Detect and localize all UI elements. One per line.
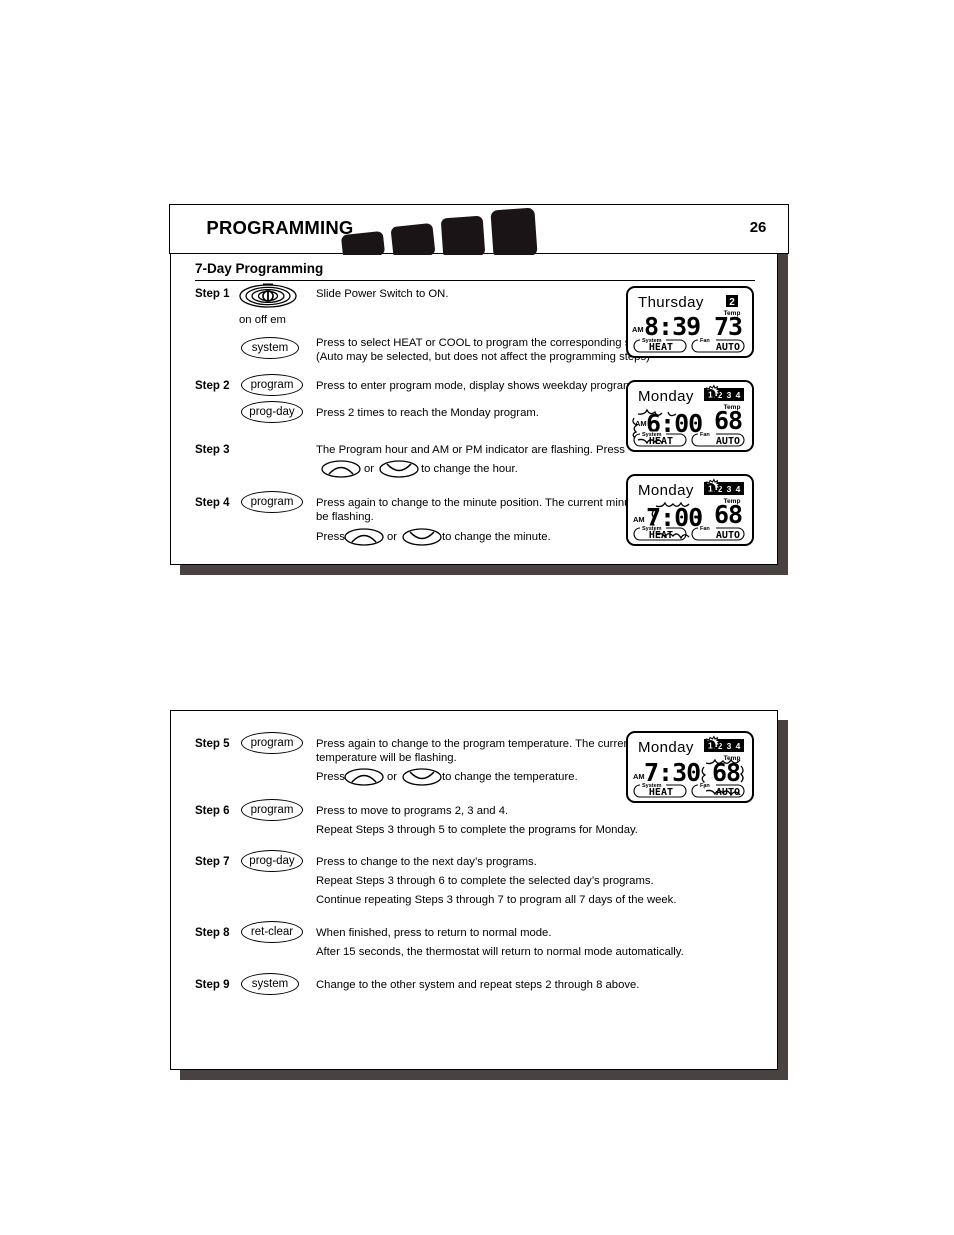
svg-text:1: 1 [708,740,713,750]
page-title: PROGRAMMING [206,217,354,239]
ret-clear-button-step8[interactable]: ret-clear [241,921,303,943]
lcd-display-thursday: Thursday 2 Temp AM 8:39 73 System HEAT F… [626,286,754,358]
svg-text:68: 68 [714,406,742,435]
step-3-text-2: or [364,463,375,475]
step-7-label: Step 7 [195,856,230,868]
step-4-text-3: or [387,531,398,543]
svg-text:HEAT: HEAT [649,342,673,353]
program-button-step5[interactable]: program [241,732,303,754]
step-3-text-3: to change the hour. [421,463,518,475]
svg-text:AM: AM [633,772,645,781]
step-8-text-1: When finished, press to return to normal… [316,927,552,939]
svg-text:68: 68 [712,758,740,787]
svg-text:4: 4 [736,390,741,400]
svg-text:Fan: Fan [700,526,710,532]
svg-text:Fan: Fan [700,338,710,344]
svg-text:Monday: Monday [638,388,694,405]
step-7-text-1: Press to change to the next day’s progra… [316,856,537,868]
svg-text:AUTO: AUTO [716,342,740,353]
page-header: PROGRAMMING 26 [169,204,790,256]
power-switch-legend: on off em [239,314,286,326]
svg-text:HEAT: HEAT [649,530,673,541]
system-button-step9[interactable]: system [241,973,299,995]
up-arrow-icon-step5[interactable] [344,768,384,786]
down-arrow-icon-step3[interactable] [379,460,419,478]
svg-text:3: 3 [727,741,732,751]
svg-text:AUTO: AUTO [716,787,740,798]
step-6-label: Step 6 [195,805,230,817]
header-decoration-bars [340,207,560,256]
system-button-step1[interactable]: system [241,337,299,359]
svg-text:3: 3 [727,390,732,400]
svg-text:HEAT: HEAT [649,436,673,447]
program-button-step6[interactable]: program [241,799,303,821]
svg-text:68: 68 [714,500,742,529]
svg-text:73: 73 [714,312,742,341]
step-4-text-2: Press [316,531,345,543]
up-arrow-icon-step4[interactable] [344,528,384,546]
top-panel: PROGRAMMING 26 7-Day Programming Step 1 [169,204,790,565]
svg-text:8:39: 8:39 [644,312,700,341]
down-arrow-icon-step4[interactable] [402,528,442,546]
step-9-label: Step 9 [195,979,230,991]
manual-page: PROGRAMMING 26 7-Day Programming Step 1 [0,0,954,1235]
lcd-display-monday-temp: Monday 1 2 3 4 1 Temp AM 7:30 [626,731,754,803]
svg-text:AM: AM [633,515,645,524]
prog-day-button-step7[interactable]: prog-day [241,850,303,872]
lcd-display-monday-minute: Monday 1 2 3 4 1 Temp AM [626,474,754,546]
svg-text:1: 1 [708,389,713,399]
svg-text:AM: AM [635,419,647,428]
program-button-step2[interactable]: program [241,374,303,396]
step-5-label: Step 5 [195,738,230,750]
page-number: 26 [749,219,767,237]
bottom-panel: Step 5 program Press again to change to … [170,710,778,1070]
step-3-label: Step 3 [195,444,230,456]
step-4-text-4: to change the minute. [442,531,551,543]
svg-text:AUTO: AUTO [716,436,740,447]
svg-text:Thursday: Thursday [638,294,704,311]
svg-text:AUTO: AUTO [716,530,740,541]
svg-text:AM: AM [632,325,644,334]
program-button-step4[interactable]: program [241,491,303,513]
step-2-label: Step 2 [195,380,230,392]
step-5-text-2: Press [316,771,345,783]
svg-text:3: 3 [727,484,732,494]
up-arrow-icon-step3[interactable] [321,460,361,478]
svg-text:Fan: Fan [700,432,710,438]
svg-text:HEAT: HEAT [649,787,673,798]
lcd-display-monday-hour: Monday 1 2 3 4 1 Temp [626,380,754,452]
svg-text:1: 1 [708,483,713,493]
step-8-label: Step 8 [195,927,230,939]
step-5-text-3: or [387,771,398,783]
step-7-text-2: Repeat Steps 3 through 6 to complete the… [316,875,654,887]
step-5-text-4: to change the temperature. [442,771,578,783]
svg-text:Fan: Fan [700,783,710,789]
step-1-label: Step 1 [195,288,230,300]
step-6-text-1: Press to move to programs 2, 3 and 4. [316,805,509,817]
section-title: 7-Day Programming [195,261,324,276]
down-arrow-icon-step5[interactable] [402,768,442,786]
prog-day-button-step2[interactable]: prog-day [241,401,303,423]
step-9-text-1: Change to the other system and repeat st… [316,979,640,991]
step-6-text-2: Repeat Steps 3 through 5 to complete the… [316,824,638,836]
step-8-text-2: After 15 seconds, the thermostat will re… [316,946,684,958]
step-4-label: Step 4 [195,497,230,509]
step-7-text-3: Continue repeating Steps 3 through 7 to … [316,894,677,906]
power-switch-icon[interactable] [239,282,297,310]
svg-text:4: 4 [736,484,741,494]
svg-text:Monday: Monday [638,482,694,499]
svg-text:4: 4 [736,741,741,751]
svg-text:2: 2 [729,297,735,308]
svg-text:Monday: Monday [638,739,694,756]
